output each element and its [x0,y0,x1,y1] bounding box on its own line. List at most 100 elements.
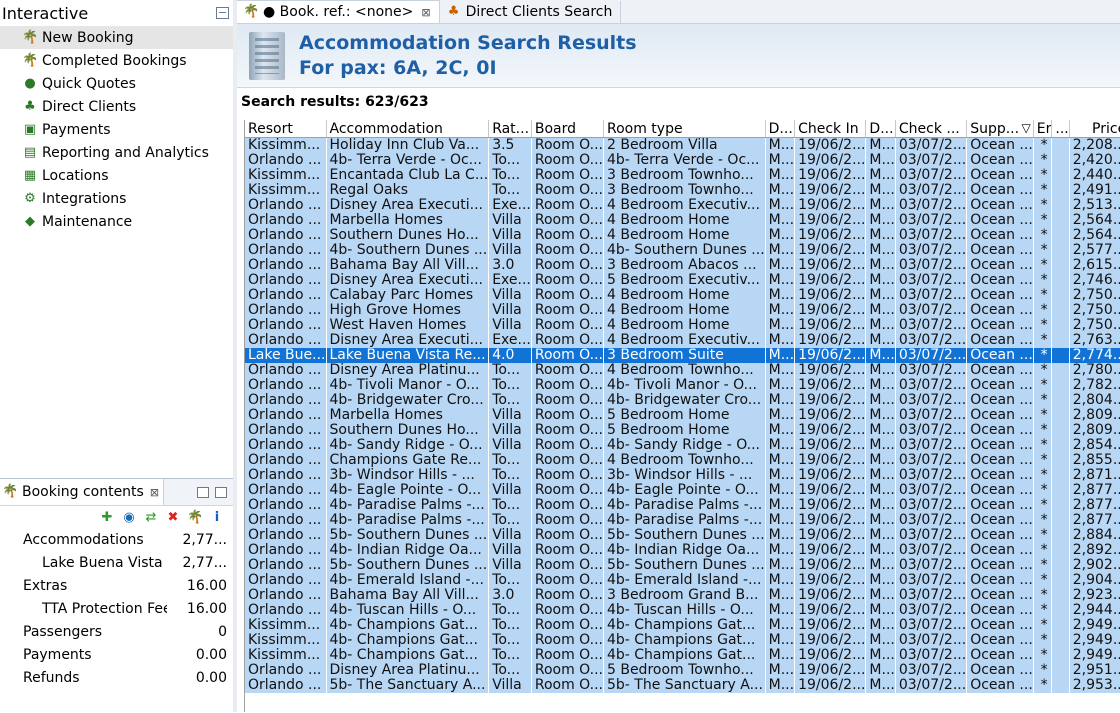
table-row[interactable]: Orlando ... 4b- Indian Ridge Oa... Villa Ro… [245,543,1120,558]
nav-item-payments[interactable]: ▣ Payments [0,118,233,141]
add-icon[interactable]: ✚ [99,510,115,525]
table-row[interactable]: Orlando ... 3b- Windsor Hills - ... To... R… [245,468,1120,483]
table-row[interactable]: Orlando ... 4b- Sandy Ridge - O... Villa Ro… [245,438,1120,453]
delete-icon[interactable]: ✖ [165,510,181,525]
table-row[interactable]: Orlando ... 4b- Paradise Palms -... To... R… [245,513,1120,528]
table-row[interactable]: Orlando ... 4b- Emerald Island -... To... R… [245,573,1120,588]
tab-booking[interactable]: 🌴 ● Book. ref.: <none> ⊠ [237,0,440,23]
table-cell: To... [488,453,532,468]
nav-item-quick-quotes[interactable]: ● Quick Quotes [0,72,233,95]
table-row[interactable]: Orlando ... 4b- Eagle Pointe - O... Villa R… [245,483,1120,498]
table-row[interactable]: Orlando ... Champions Gate Re... To... Room… [245,453,1120,468]
table-row[interactable]: Orlando ... Southern Dunes Ho... Villa Room… [245,228,1120,243]
booking-contents-row[interactable]: Extras 16.00 [0,574,233,597]
filter-icon[interactable]: ▽ [1022,121,1031,135]
info-icon[interactable]: i [209,510,225,525]
table-cell: 03/07/2... [895,378,967,393]
table-row[interactable]: Kissimm... Encantada Club La C... To... Roo… [245,168,1120,183]
table-row[interactable]: Orlando ... Bahama Bay All Vill... 3.0 Room… [245,588,1120,603]
table-row[interactable]: Orlando ... 5b- Southern Dunes ... Villa Ro… [245,528,1120,543]
table-row[interactable]: Orlando ... 5b- The Sanctuary A... Villa Ro… [245,678,1120,693]
palm-icon[interactable]: 🌴 [187,510,203,525]
table-row[interactable]: Orlando ... 4b- Bridgewater Cro... To... Ro… [245,393,1120,408]
close-icon[interactable]: ⊠ [150,486,159,499]
booking-contents-row[interactable]: Refunds 0.00 [0,666,233,689]
column-header[interactable]: D... [865,120,896,138]
table-row[interactable]: Orlando ... 4b- Paradise Palms -... To... R… [245,498,1120,513]
table-row[interactable]: Orlando ... Disney Area Executi... Exe... R… [245,198,1120,213]
booking-contents-tab[interactable]: 🌴 Booking contents ⊠ [0,479,165,505]
table-row[interactable]: Orlando ... Bahama Bay All Vill... 3.0 Room… [245,258,1120,273]
table-row[interactable]: Orlando ... Disney Area Executi... Exe... R… [245,273,1120,288]
table-row[interactable]: Orlando ... 4b- Tuscan Hills - O... To... R… [245,603,1120,618]
table-cell: M... [865,378,896,393]
nav-item-completed-bookings[interactable]: 🌴 Completed Bookings [0,49,233,72]
table-row[interactable]: Kissimm... Regal Oaks To... Room O... 3 Bedr… [245,183,1120,198]
table-row[interactable]: Kissimm... 4b- Champions Gat... To... Room … [245,618,1120,633]
table-row[interactable]: Lake Bue... Lake Buena Vista Re... 4.0 Room… [245,348,1120,363]
table-row[interactable]: Orlando ... Marbella Homes Villa Room O... 5… [245,408,1120,423]
table-cell: 03/07/2... [895,258,967,273]
column-header[interactable]: Supp... ▽ [966,120,1034,138]
table-cell: M... [765,153,795,168]
table-row[interactable]: Orlando ... 4b- Southern Dunes ... Villa Ro… [245,243,1120,258]
nav-item-locations[interactable]: ▦ Locations [0,164,233,187]
minimize-icon[interactable] [197,486,209,498]
booking-contents-row[interactable]: Accommodations 2,77... [0,528,233,551]
table-row[interactable]: Orlando ... West Haven Homes Villa Room O..… [245,318,1120,333]
refresh-icon[interactable]: ◉ [121,510,137,525]
maximize-icon[interactable] [215,486,227,498]
table-cell: 19/06/2... [794,303,866,318]
table-cell: * [1033,423,1052,438]
table-cell: 2,763... [1069,333,1120,348]
column-header[interactable]: Er [1033,120,1053,138]
column-header[interactable]: ... [1051,120,1070,138]
booking-contents-row[interactable]: Passengers 0 [0,620,233,643]
nav-item-new-booking[interactable]: 🌴 New Booking [0,26,233,49]
table-row[interactable]: Orlando ... High Grove Homes Villa Room O..… [245,303,1120,318]
table-row[interactable]: Orlando ... Marbella Homes Villa Room O... 4… [245,213,1120,228]
table-row[interactable]: Orlando ... Disney Area Executi... Exe... R… [245,333,1120,348]
table-row[interactable]: Orlando ... 4b- Tivoli Manor - O... To... R… [245,378,1120,393]
column-header[interactable]: Resort [245,120,327,138]
booking-contents-row[interactable]: Payments 0.00 [0,643,233,666]
table-cell: Room O... [531,363,604,378]
table-row[interactable]: Orlando ... Southern Dunes Ho... Villa Room… [245,423,1120,438]
column-header[interactable]: Rat... [488,120,532,138]
table-cell: 2,949... [1069,633,1120,648]
table-cell: 2,577... [1069,243,1120,258]
transfer-icon[interactable]: ⇄ [143,510,159,525]
table-row[interactable]: Orlando ... Disney Area Platinu... To... Ro… [245,663,1120,678]
table-row[interactable]: Orlando ... 4b- Terra Verde - Oc... To... R… [245,153,1120,168]
nav-item-direct-clients[interactable]: ♣ Direct Clients [0,95,233,118]
close-icon[interactable]: ⊠ [421,6,430,19]
table-row[interactable]: Kissimm... Holiday Inn Club Va... 3.5 Room … [245,137,1120,153]
column-header[interactable]: Board [531,120,604,138]
tab-direct-clients-search[interactable]: ♣ Direct Clients Search [440,1,622,23]
table-cell: Marbella Homes [326,408,489,423]
booking-contents-row[interactable]: Lake Buena Vista Res 2,77... [0,551,233,574]
table-row[interactable]: Orlando ... Disney Area Platinu... To... Ro… [245,363,1120,378]
table-cell: Orlando ... [245,243,326,258]
column-header[interactable]: Room type [603,120,766,138]
table-row[interactable]: Orlando ... Calabay Parc Homes Villa Room O… [245,288,1120,303]
column-header[interactable]: Check ... [895,120,968,138]
table-cell: Villa [488,543,532,558]
table-row[interactable]: Kissimm... 4b- Champions Gat... To... Room … [245,648,1120,663]
table-cell: 4b- Terra Verde - Oc... [326,153,489,168]
nav-item-integrations[interactable]: ⚙ Integrations [0,187,233,210]
table-row[interactable]: Kissimm... 4b- Champions Gat... To... Room … [245,633,1120,648]
nav-item-maintenance[interactable]: ◆ Maintenance [0,210,233,233]
column-header[interactable]: Check In [794,120,867,138]
column-header[interactable]: Price [1069,120,1120,138]
table-row[interactable]: Orlando ... 5b- Southern Dunes ... Villa Ro… [245,558,1120,573]
table-cell: 19/06/2... [794,573,866,588]
booking-contents-row[interactable]: TTA Protection Fee 16.00 [0,597,233,620]
table-cell [1051,378,1070,393]
nav-header: Interactive [0,0,233,26]
table-cell: M... [865,153,896,168]
column-header[interactable]: Accommodation [326,120,490,138]
minimize-icon[interactable] [216,7,229,19]
nav-item-reporting-and-analytics[interactable]: ▤ Reporting and Analytics [0,141,233,164]
column-header[interactable]: D... [765,120,796,138]
